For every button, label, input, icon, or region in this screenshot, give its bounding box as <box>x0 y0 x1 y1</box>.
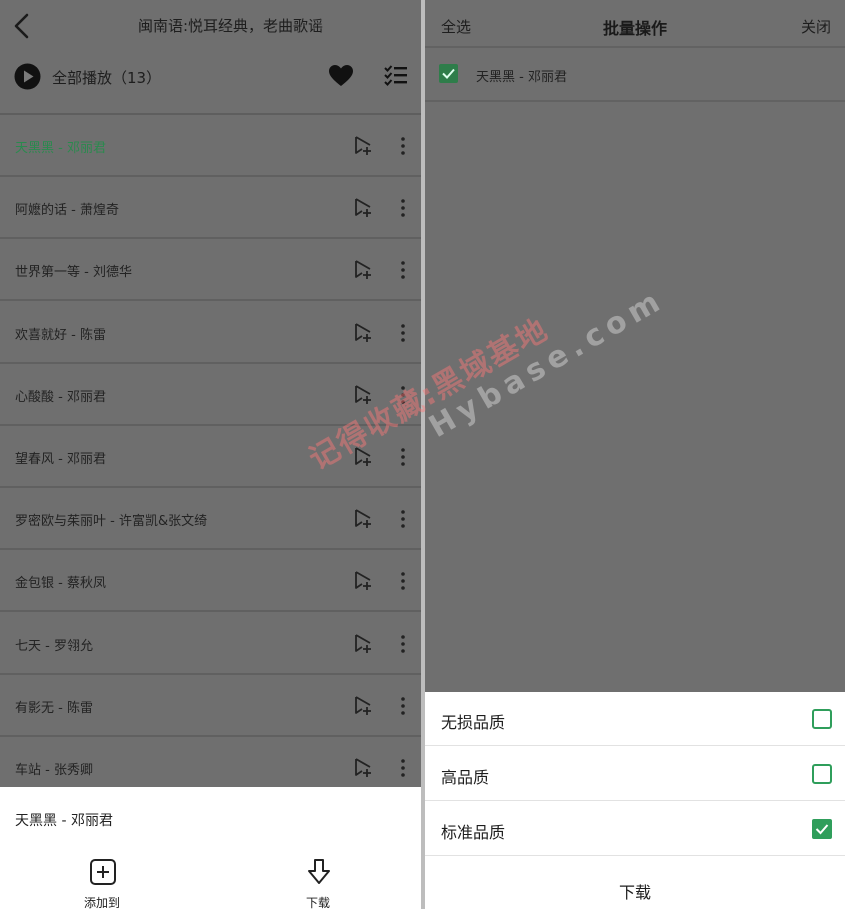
playlist-header: 闽南语:悦耳经典，老曲歌谣 <box>0 0 421 52</box>
play-all-button[interactable]: 全部播放（13） <box>52 67 161 88</box>
song-title: 世界第一等 - 刘德华 <box>15 265 132 280</box>
song-title: 七天 - 罗翎允 <box>15 639 93 654</box>
add-to-label: 添加到 <box>83 896 120 909</box>
play-all-bar: 全部播放（13） <box>0 52 421 100</box>
add-to-playlist-icon[interactable] <box>353 384 375 406</box>
more-vertical-icon[interactable] <box>396 384 410 406</box>
checkbox-icon[interactable] <box>439 64 458 83</box>
song-title: 阿嬷的话 - 萧煌奇 <box>15 203 119 218</box>
add-to-playlist-icon[interactable] <box>353 446 375 468</box>
heart-icon[interactable] <box>328 64 354 88</box>
song-item[interactable]: 有影无 - 陈雷 <box>0 675 421 737</box>
download-label: 下载 <box>305 896 330 909</box>
download-arrow-icon <box>308 859 330 884</box>
song-title: 车站 - 张秀卿 <box>15 763 93 778</box>
song-title: 心酸酸 - 邓丽君 <box>15 390 106 405</box>
song-item[interactable]: 世界第一等 - 刘德华 <box>0 239 421 301</box>
quality-label: 无损品质 <box>441 713 506 732</box>
add-square-icon <box>90 859 116 885</box>
song-title: 望春风 - 邓丽君 <box>15 452 106 467</box>
song-title: 有影无 - 陈雷 <box>15 701 93 716</box>
more-vertical-icon[interactable] <box>396 508 410 530</box>
add-to-playlist-icon[interactable] <box>353 633 375 655</box>
more-vertical-icon[interactable] <box>396 135 410 157</box>
song-title: 金包银 - 蔡秋凤 <box>15 576 106 591</box>
song-item[interactable]: 望春风 - 邓丽君 <box>0 426 421 488</box>
quality-label: 高品质 <box>441 768 490 787</box>
add-to-playlist-icon[interactable] <box>353 197 375 219</box>
song-title: 天黑黑 - 邓丽君 <box>15 141 106 156</box>
song-action-sheet: 天黑黑 - 邓丽君 添加到 下载 <box>0 787 421 909</box>
add-to-playlist-icon[interactable] <box>353 322 375 344</box>
song-item[interactable]: 金包银 - 蔡秋凤 <box>0 550 421 612</box>
quality-sheet: 无损品质 高品质 标准品质 下载 <box>425 692 845 909</box>
more-vertical-icon[interactable] <box>396 633 410 655</box>
sheet-song-title: 天黑黑 - 邓丽君 <box>15 813 113 829</box>
more-vertical-icon[interactable] <box>396 570 410 592</box>
play-icon[interactable] <box>14 63 41 90</box>
song-title: 欢喜就好 - 陈雷 <box>15 328 106 343</box>
download-button[interactable]: 下载 <box>283 854 353 909</box>
add-to-playlist-icon[interactable] <box>353 259 375 281</box>
song-item[interactable]: 欢喜就好 - 陈雷 <box>0 302 421 364</box>
quality-option-high[interactable]: 高品质 <box>425 747 845 801</box>
more-vertical-icon[interactable] <box>396 197 410 219</box>
more-vertical-icon[interactable] <box>396 695 410 717</box>
close-button[interactable]: 关闭 <box>801 16 831 37</box>
song-item[interactable]: 天黑黑 - 邓丽君 <box>0 115 421 177</box>
checkbox-icon[interactable] <box>812 709 832 729</box>
song-item[interactable]: 罗密欧与茱丽叶 - 许富凯&张文绮 <box>0 488 421 550</box>
selected-song-title: 天黑黑 - 邓丽君 <box>476 70 567 85</box>
playlist-title: 闽南语:悦耳经典，老曲歌谣 <box>137 17 324 35</box>
add-to-playlist-icon[interactable] <box>353 570 375 592</box>
song-item[interactable]: 心酸酸 - 邓丽君 <box>0 364 421 426</box>
selected-song-row[interactable]: 天黑黑 - 邓丽君 <box>425 50 845 102</box>
batch-header: 全选 批量操作 关闭 <box>425 0 845 48</box>
quality-option-lossless[interactable]: 无损品质 <box>425 692 845 746</box>
checkbox-icon[interactable] <box>812 764 832 784</box>
more-vertical-icon[interactable] <box>396 446 410 468</box>
add-to-playlist-icon[interactable] <box>353 135 375 157</box>
song-item[interactable]: 七天 - 罗翎允 <box>0 613 421 675</box>
batch-operation-panel: 全选 批量操作 关闭 天黑黑 - 邓丽君 无损品质 高品质 标准品质 下载 <box>425 0 845 909</box>
checkbox-icon[interactable] <box>812 819 832 839</box>
song-list-panel: 闽南语:悦耳经典，老曲歌谣 全部播放（13） 天黑黑 - 邓丽君 阿嬷的话 - … <box>0 0 421 909</box>
add-to-playlist-icon[interactable] <box>353 508 375 530</box>
more-vertical-icon[interactable] <box>396 322 410 344</box>
add-to-playlist-icon[interactable] <box>353 757 375 779</box>
list-check-icon[interactable] <box>383 64 409 88</box>
add-to-button[interactable]: 添加到 <box>67 854 137 909</box>
song-title: 罗密欧与茱丽叶 - 许富凯&张文绮 <box>15 514 208 529</box>
quality-label: 标准品质 <box>441 823 506 842</box>
batch-download-button[interactable]: 下载 <box>425 879 845 903</box>
batch-title: 批量操作 <box>602 19 667 38</box>
more-vertical-icon[interactable] <box>396 259 410 281</box>
quality-option-standard[interactable]: 标准品质 <box>425 802 845 856</box>
add-to-playlist-icon[interactable] <box>353 695 375 717</box>
more-vertical-icon[interactable] <box>396 757 410 779</box>
song-item[interactable]: 阿嬷的话 - 萧煌奇 <box>0 177 421 239</box>
back-icon[interactable] <box>10 12 34 40</box>
